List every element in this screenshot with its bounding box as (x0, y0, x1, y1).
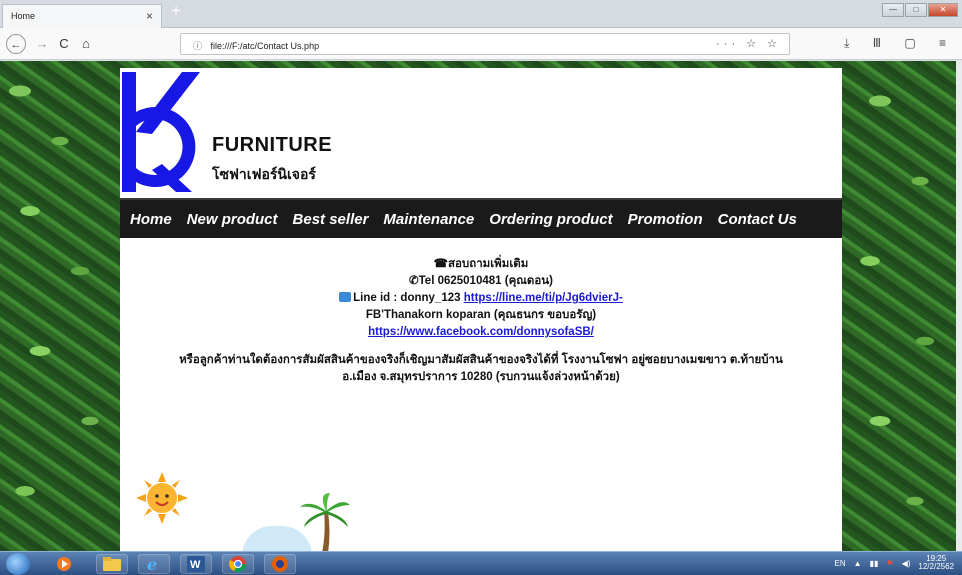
new-tab-button[interactable]: + (168, 4, 184, 21)
url-text: file:///F:/atc/Contact Us.php (210, 41, 320, 51)
svg-text:W: W (190, 559, 201, 571)
network-icon[interactable]: ▮▮ (870, 559, 879, 568)
system-tray: EN ▲ ▮▮ ⚑ ◀) 19:25 12/2/2562 (835, 555, 954, 571)
home-button[interactable]: ⌂ (76, 34, 96, 54)
menu-new-product[interactable]: New product (187, 211, 278, 228)
brand-name: FURNITURE (212, 134, 333, 156)
svg-text:e: e (147, 555, 157, 573)
minimize-button[interactable]: — (882, 3, 904, 17)
tab-close-icon[interactable]: × (146, 9, 153, 23)
contact-tel: ✆Tel 0625010481 (คุณดอน) (408, 275, 553, 287)
flag-icon[interactable]: ⚑ (886, 559, 893, 568)
address-bar[interactable]: ⓘ file:///F:/atc/Contact Us.php ··· ☆ ☆ (180, 33, 790, 55)
tab-home[interactable]: Home × (2, 4, 162, 28)
back-button[interactable]: ← (6, 34, 26, 54)
maximize-button[interactable]: □ (905, 3, 927, 17)
palm-tree-icon (300, 493, 350, 551)
media-player-icon[interactable] (48, 554, 80, 574)
reload-button[interactable]: C (54, 34, 74, 54)
contact-heading: ☎สอบถามเพิ่มเติม (433, 258, 529, 270)
line-icon (339, 292, 352, 302)
menu-best-seller[interactable]: Best seller (293, 211, 369, 228)
language-indicator[interactable]: EN (835, 559, 846, 568)
tab-strip: Home × + — □ ✕ (0, 0, 962, 28)
tab-title: Home (11, 11, 36, 21)
visit-text-line1: หรือลูกค้าท่านใดต้องการสัมผัสสินค้าของจร… (179, 354, 783, 366)
forward-button[interactable]: → (32, 34, 52, 54)
chrome-icon[interactable] (222, 554, 254, 574)
contact-info: ☎สอบถามเพิ่มเติม ✆Tel 0625010481 (คุณดอน… (120, 256, 842, 386)
browser-toolbar: ← → C ⌂ ⓘ file:///F:/atc/Contact Us.php … (0, 28, 962, 60)
taskbar: e W EN ▲ ▮▮ ⚑ ◀) 19:25 12/2/2562 (0, 551, 962, 575)
line-id-label: Line id : donny_123 (353, 292, 461, 304)
sun-icon (136, 472, 188, 524)
phone-book-icon: ☎ (433, 258, 448, 270)
clock[interactable]: 19:25 12/2/2562 (918, 555, 954, 571)
phone-icon: ✆ (408, 275, 419, 287)
facebook-link[interactable]: https://www.facebook.com/donnysofaSB/ (368, 326, 594, 338)
internet-explorer-icon[interactable]: e (138, 554, 170, 574)
menu-contact-us[interactable]: Contact Us (718, 211, 797, 228)
main-menu: Home New product Best seller Maintenance… (120, 198, 842, 238)
volume-icon[interactable]: ◀) (902, 559, 911, 568)
menu-promotion[interactable]: Promotion (628, 211, 703, 228)
info-icon[interactable]: ⓘ (193, 41, 202, 51)
clock-date: 12/2/2562 (918, 562, 954, 571)
contact-line: Line id : donny_123 https://line.me/ti/p… (120, 290, 842, 307)
site-header: FURNITURE โซฟาเฟอร์นิเจอร์ (120, 68, 842, 196)
word-icon[interactable]: W (180, 554, 212, 574)
file-explorer-icon[interactable] (96, 554, 128, 574)
page-scrollbar[interactable] (956, 61, 962, 551)
logo-icon (122, 72, 200, 192)
tray-arrow-icon[interactable]: ▲ (854, 559, 862, 568)
page-actions[interactable]: ··· ☆ ☆ (716, 37, 781, 50)
firefox-icon[interactable] (264, 554, 296, 574)
window-controls: — □ ✕ (882, 3, 958, 17)
menu-maintenance[interactable]: Maintenance (383, 211, 474, 228)
page-viewport: FURNITURE โซฟาเฟอร์นิเจอร์ Home New prod… (0, 61, 962, 551)
menu-ordering-product[interactable]: Ordering product (489, 211, 612, 228)
close-window-button[interactable]: ✕ (928, 3, 958, 17)
toolbar-icons[interactable]: ⤓ Ⅲ ▢ ≡ (844, 36, 956, 51)
line-link[interactable]: https://line.me/ti/p/Jg6dvierJ- (464, 292, 623, 304)
menu-home[interactable]: Home (130, 211, 172, 228)
visit-text-line2: อ.เมือง จ.สมุทรปราการ 10280 (รบกวนแจ้งล่… (342, 371, 620, 383)
start-button[interactable] (6, 553, 30, 575)
page-content: FURNITURE โซฟาเฟอร์นิเจอร์ Home New prod… (120, 68, 842, 551)
contact-fb: FB'Thanakorn koparan (คุณธนกร ขอบอรัญ) (365, 309, 597, 321)
brand-name-thai: โซฟาเฟอร์นิเจอร์ (212, 166, 316, 182)
